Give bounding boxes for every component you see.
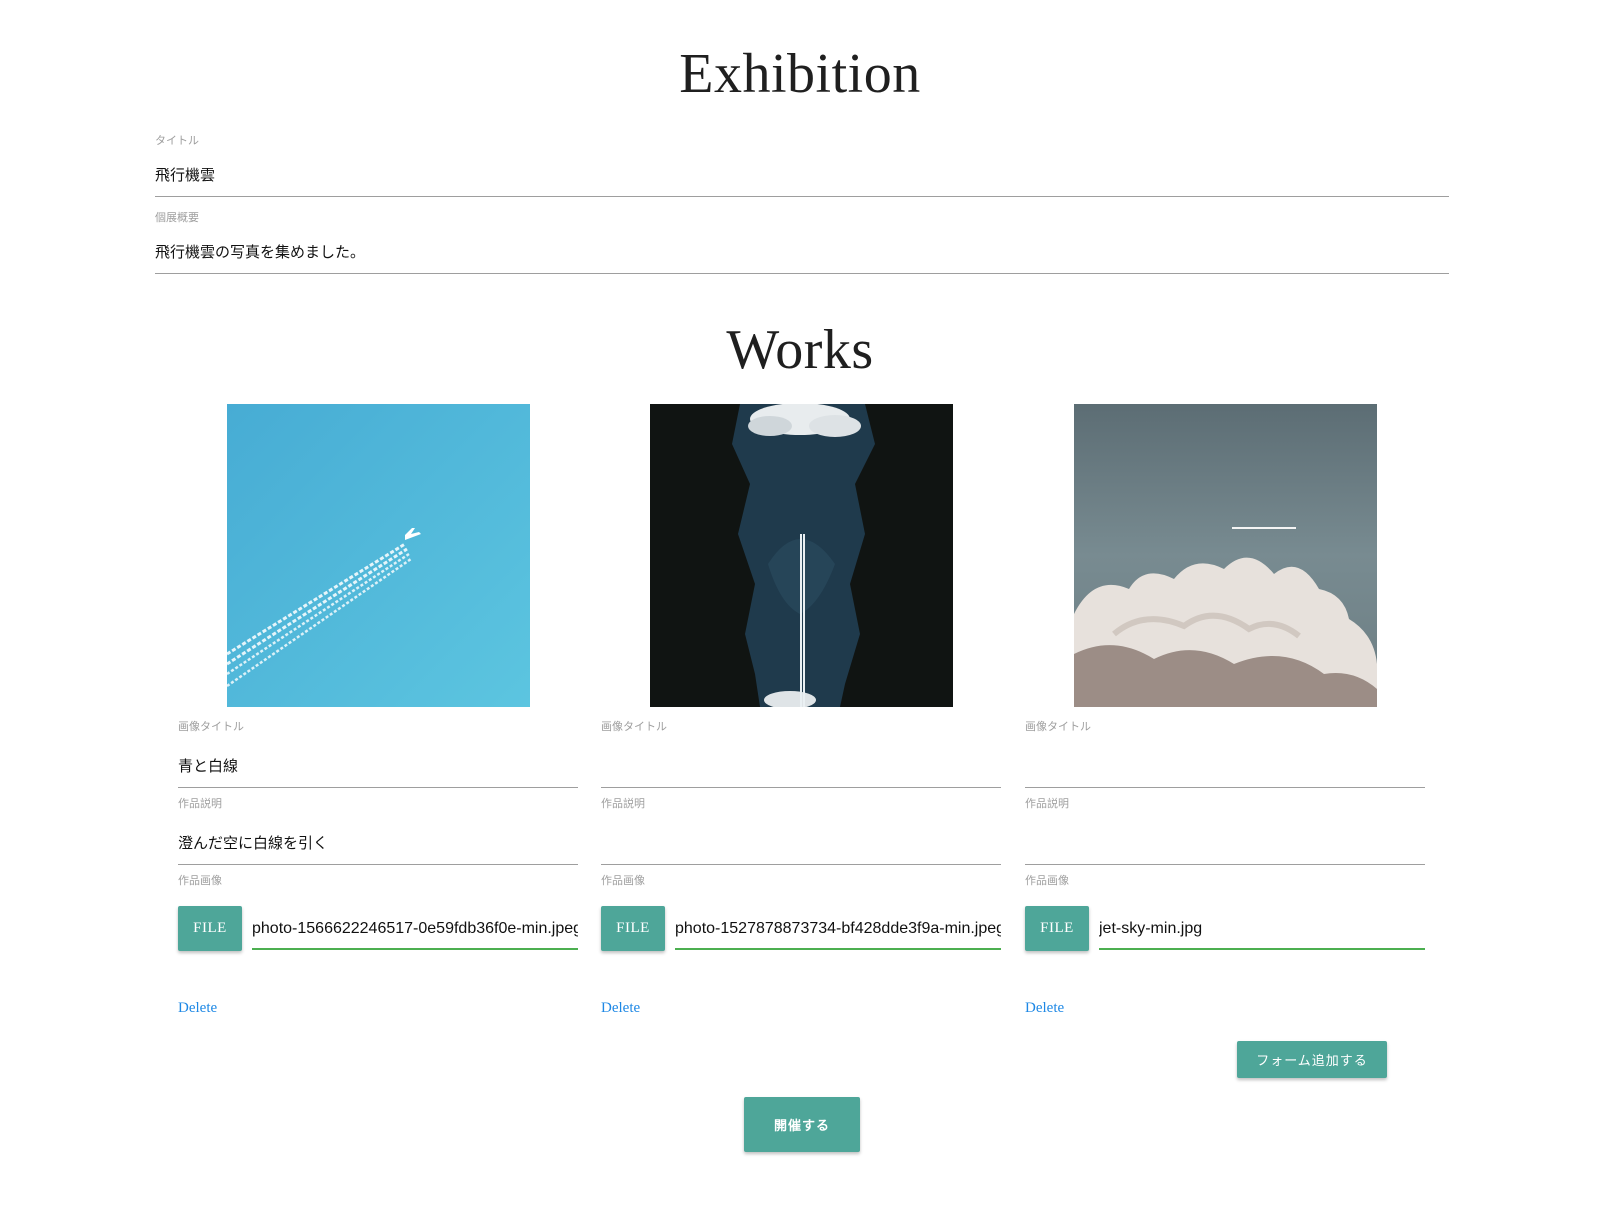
file-path-input[interactable]: photo-1566622246517-0e59fdb36f0e-min.jpe… bbox=[252, 910, 578, 950]
file-upload-button[interactable]: FILE bbox=[1025, 906, 1089, 951]
work-image-label: 作品画像 bbox=[601, 874, 645, 887]
works-heading: Works bbox=[726, 319, 874, 381]
exhibition-summary-label: 個展概要 bbox=[155, 211, 199, 224]
work-image-label: 作品画像 bbox=[1025, 874, 1069, 887]
work-card: 画像タイトル 青と白線 作品説明 澄んだ空に白線を引く 作品画像 FILE ph… bbox=[178, 404, 578, 1024]
work-image-contrail-between-trees bbox=[650, 404, 953, 707]
work-image-contrail-blue-sky bbox=[227, 404, 530, 707]
file-path-underline bbox=[675, 948, 1001, 950]
work-card: 画像タイトル 作品説明 作品画像 FILE jet-sky-min.jpg De… bbox=[1025, 404, 1425, 1024]
work-title-label: 画像タイトル bbox=[601, 720, 667, 733]
file-name: photo-1566622246517-0e59fdb36f0e-min.jpe… bbox=[252, 920, 578, 937]
work-image-svg bbox=[650, 404, 953, 707]
work-description-field[interactable]: 作品説明 bbox=[1025, 795, 1425, 865]
exhibition-summary-field[interactable]: 個展概要 飛行機雲の写真を集めました。 bbox=[155, 209, 1449, 274]
file-name: photo-1527878873734-bf428dde3f9a-min.jpe… bbox=[675, 920, 1001, 937]
work-description-field[interactable]: 作品説明 澄んだ空に白線を引く bbox=[178, 795, 578, 865]
delete-work-link[interactable]: Delete bbox=[1025, 1000, 1064, 1017]
work-title-field[interactable]: 画像タイトル bbox=[601, 718, 1001, 788]
file-path-input[interactable]: photo-1527878873734-bf428dde3f9a-min.jpe… bbox=[675, 910, 1001, 950]
field-underline bbox=[1025, 864, 1425, 865]
exhibition-title-label: タイトル bbox=[155, 134, 199, 147]
exhibition-summary-input[interactable]: 飛行機雲の写真を集めました。 bbox=[155, 241, 365, 262]
field-underline bbox=[601, 864, 1001, 865]
field-underline bbox=[601, 787, 1001, 788]
exhibition-title-field[interactable]: タイトル 飛行機雲 bbox=[155, 132, 1449, 197]
file-name: jet-sky-min.jpg bbox=[1099, 920, 1203, 937]
field-underline bbox=[155, 196, 1449, 197]
exhibition-heading: Exhibition bbox=[679, 43, 921, 105]
exhibition-form-page: Exhibition タイトル 飛行機雲 個展概要 飛行機雲の写真を集めました。… bbox=[0, 0, 1616, 1206]
field-underline bbox=[178, 864, 578, 865]
delete-work-link[interactable]: Delete bbox=[178, 1000, 217, 1017]
work-title-label: 画像タイトル bbox=[1025, 720, 1091, 733]
work-description-input[interactable]: 澄んだ空に白線を引く bbox=[178, 832, 328, 853]
work-title-field[interactable]: 画像タイトル 青と白線 bbox=[178, 718, 578, 788]
work-card: 画像タイトル 作品説明 作品画像 FILE photo-152787887373… bbox=[601, 404, 1001, 1024]
work-title-input[interactable]: 青と白線 bbox=[178, 755, 238, 776]
submit-exhibition-button[interactable]: 開催する bbox=[744, 1097, 860, 1152]
file-path-underline bbox=[1099, 948, 1425, 950]
file-upload-button[interactable]: FILE bbox=[178, 906, 242, 951]
work-image-contrail-clouds bbox=[1074, 404, 1377, 707]
work-description-field[interactable]: 作品説明 bbox=[601, 795, 1001, 865]
work-image-svg bbox=[227, 404, 530, 707]
field-underline bbox=[1025, 787, 1425, 788]
add-form-button[interactable]: フォーム追加する bbox=[1237, 1041, 1387, 1078]
field-underline bbox=[178, 787, 578, 788]
work-description-label: 作品説明 bbox=[178, 797, 222, 810]
file-path-underline bbox=[252, 948, 578, 950]
work-description-label: 作品説明 bbox=[601, 797, 645, 810]
work-description-label: 作品説明 bbox=[1025, 797, 1069, 810]
work-image-svg bbox=[1074, 404, 1377, 707]
file-path-input[interactable]: jet-sky-min.jpg bbox=[1099, 910, 1425, 950]
exhibition-title-input[interactable]: 飛行機雲 bbox=[155, 164, 215, 185]
work-title-field[interactable]: 画像タイトル bbox=[1025, 718, 1425, 788]
field-underline bbox=[155, 273, 1449, 274]
work-title-label: 画像タイトル bbox=[178, 720, 244, 733]
delete-work-link[interactable]: Delete bbox=[601, 1000, 640, 1017]
file-upload-button[interactable]: FILE bbox=[601, 906, 665, 951]
work-image-label: 作品画像 bbox=[178, 874, 222, 887]
